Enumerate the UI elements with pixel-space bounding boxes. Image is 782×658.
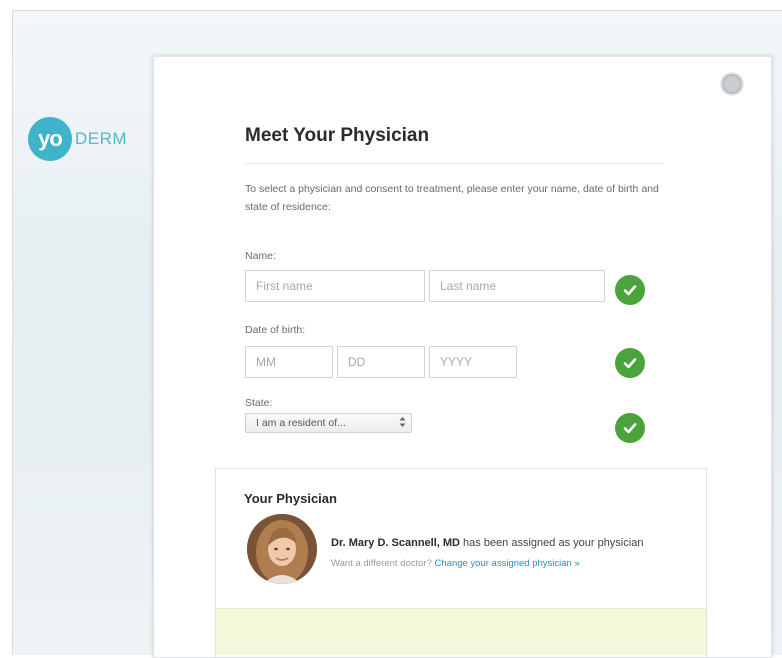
state-valid-checkmark-icon (615, 413, 645, 443)
name-label: Name: (245, 250, 276, 262)
close-icon[interactable] (720, 72, 744, 96)
title-divider (245, 163, 663, 164)
state-label: State: (245, 397, 273, 409)
dob-label: Date of birth: (245, 324, 306, 336)
logo-wordmark: DERM (75, 129, 128, 148)
physician-name: Dr. Mary D. Scannell, MD (331, 537, 460, 549)
physician-heading: Your Physician (244, 491, 337, 506)
physician-avatar (247, 514, 317, 584)
notice-band (216, 608, 706, 655)
different-doctor-prompt: Want a different doctor? (331, 558, 432, 569)
change-physician-line: Want a different doctor? Change your ass… (331, 558, 580, 569)
logo-mark: yo (28, 117, 72, 161)
dob-month-input[interactable] (245, 346, 333, 378)
state-select[interactable]: I am a resident of... (245, 413, 412, 433)
dob-day-input[interactable] (337, 346, 425, 378)
dob-valid-checkmark-icon (615, 348, 645, 378)
dob-year-input[interactable] (429, 346, 517, 378)
name-valid-checkmark-icon (615, 275, 645, 305)
assigned-text: has been assigned as your physician (459, 537, 644, 549)
select-arrows-icon (399, 416, 406, 428)
first-name-input[interactable] (245, 270, 425, 302)
modal-title: Meet Your Physician (245, 125, 430, 146)
physician-assignment-text: Dr. Mary D. Scannell, MD has been assign… (331, 537, 643, 549)
state-select-value: I am a resident of... (256, 417, 346, 429)
change-physician-link[interactable]: Change your assigned physician » (435, 558, 580, 569)
yoderm-logo: yo DERM (28, 117, 148, 161)
last-name-input[interactable] (429, 270, 605, 302)
intro-text: To select a physician and consent to tre… (245, 183, 659, 213)
